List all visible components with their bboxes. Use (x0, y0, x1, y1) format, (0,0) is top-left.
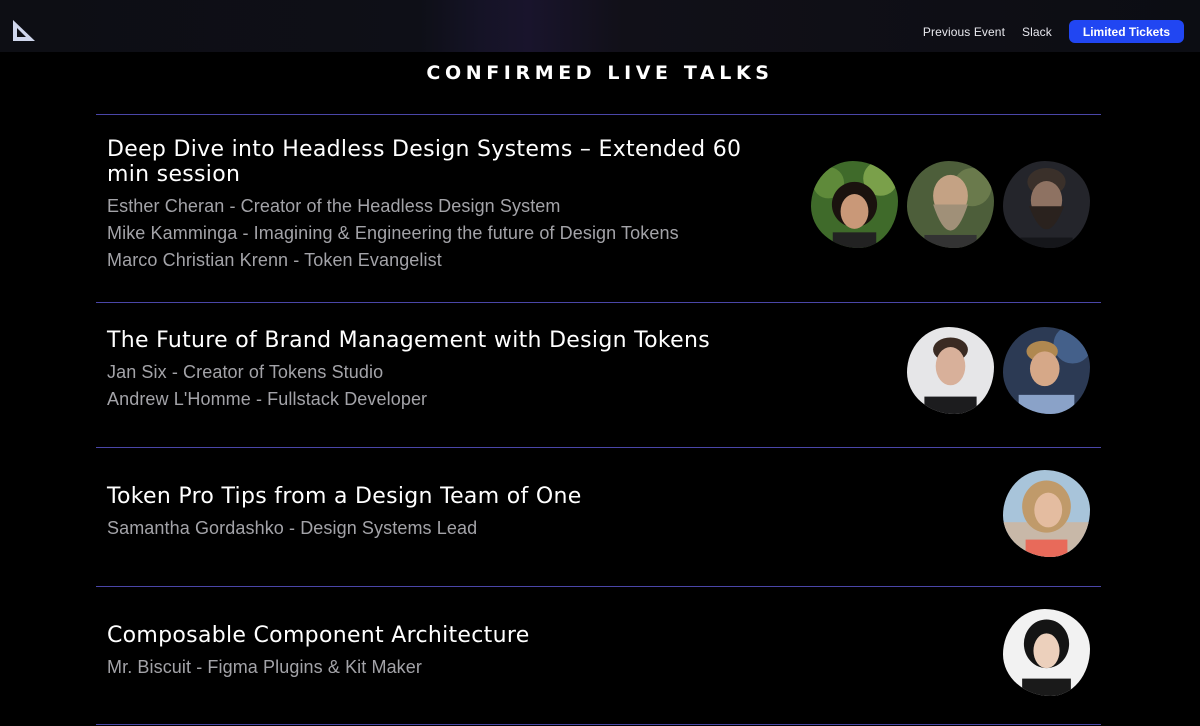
avatar (1003, 609, 1090, 696)
nav-link-previous-event[interactable]: Previous Event (923, 25, 1005, 39)
avatar (811, 161, 898, 248)
speaker-line: Samantha Gordashko - Design Systems Lead (107, 518, 478, 538)
limited-tickets-button[interactable]: Limited Tickets (1068, 20, 1184, 43)
talks-list: Deep Dive into Headless Design Systems –… (96, 114, 1101, 725)
avatar (907, 161, 994, 248)
speaker-avatars (898, 327, 1090, 414)
speaker-list: Esther Cheran - Creator of the Headless … (107, 193, 679, 274)
speaker-line: Mr. Biscuit - Figma Plugins & Kit Maker (107, 657, 422, 677)
avatar (1003, 161, 1090, 248)
talk-item: Composable Component Architecture Mr. Bi… (96, 586, 1101, 725)
talk-title: Token Pro Tips from a Design Team of One (107, 484, 582, 509)
talk-title: The Future of Brand Management with Desi… (107, 328, 710, 353)
speaker-line: Marco Christian Krenn - Token Evangelist (107, 250, 442, 270)
top-navbar: Previous Event Slack Limited Tickets (0, 0, 1200, 52)
speaker-list: Jan Six - Creator of Tokens Studio Andre… (107, 359, 427, 413)
talk-item: The Future of Brand Management with Desi… (96, 302, 1101, 447)
speaker-avatars (994, 470, 1090, 557)
avatar (1003, 327, 1090, 414)
section-title: CONFIRMED LIVE TALKS (426, 62, 774, 84)
speaker-avatars (994, 609, 1090, 696)
nav-link-slack[interactable]: Slack (1022, 25, 1052, 39)
nav-links: Previous Event Slack Limited Tickets (923, 20, 1184, 43)
talk-item: Deep Dive into Headless Design Systems –… (96, 114, 1101, 302)
triangle-logo-icon[interactable] (12, 19, 36, 43)
speaker-list: Samantha Gordashko - Design Systems Lead (107, 515, 477, 542)
speaker-avatars (802, 161, 1090, 248)
talk-item: Token Pro Tips from a Design Team of One… (96, 447, 1101, 586)
speaker-line: Mike Kamminga - Imagining & Engineering … (107, 223, 679, 243)
avatar (1003, 470, 1090, 557)
speaker-list: Mr. Biscuit - Figma Plugins & Kit Maker (107, 654, 422, 681)
speaker-line: Jan Six - Creator of Tokens Studio (107, 362, 384, 382)
speaker-line: Andrew L'Homme - Fullstack Developer (107, 389, 428, 409)
talk-title: Deep Dive into Headless Design Systems –… (107, 137, 742, 187)
speaker-line: Esther Cheran - Creator of the Headless … (107, 196, 561, 216)
avatar (907, 327, 994, 414)
talk-title: Composable Component Architecture (107, 623, 530, 648)
